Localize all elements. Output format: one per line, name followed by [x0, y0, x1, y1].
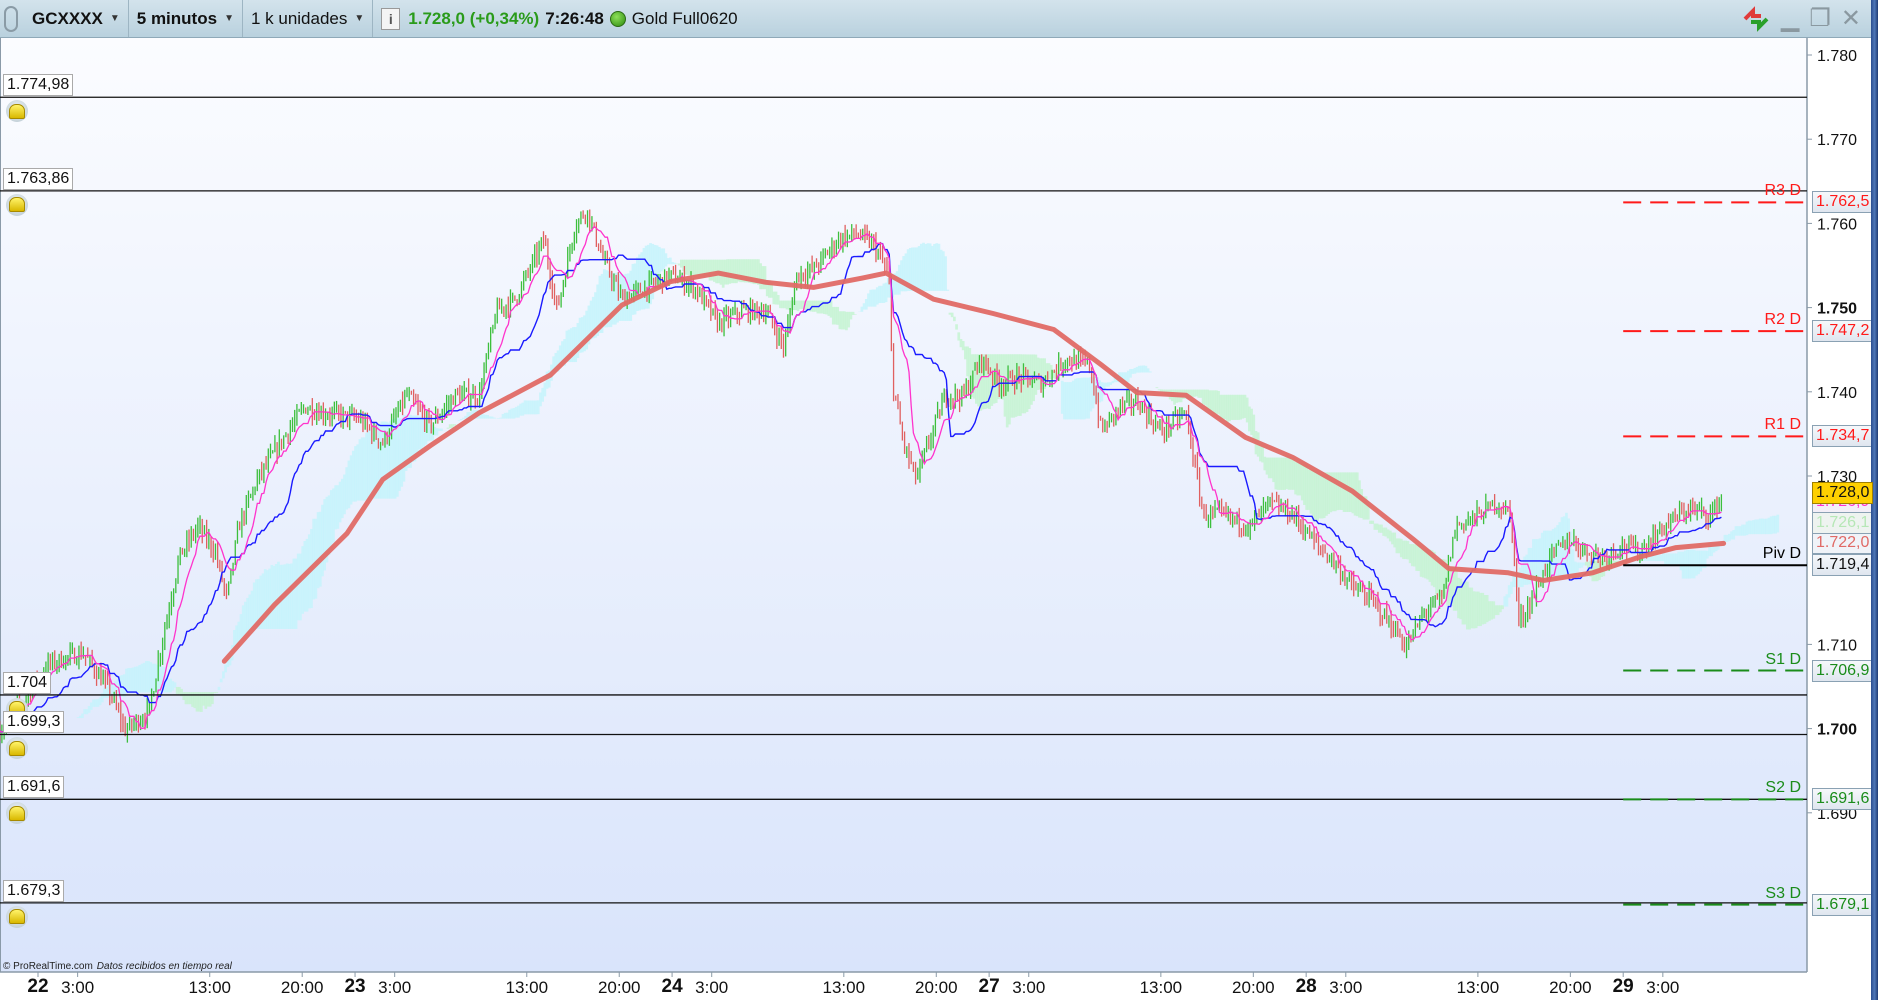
price-tick-label: 1.770: [1817, 132, 1857, 149]
cloud-segment: [944, 256, 947, 291]
pivot-value-label: 1.762,5: [1812, 191, 1874, 214]
cloud-segment: [222, 671, 225, 679]
pivot-value-label: 1.706,9: [1812, 659, 1874, 682]
cloud-segment: [215, 692, 219, 694]
cloud-segment: [1371, 520, 1375, 524]
time-label: 20:00: [1549, 978, 1592, 997]
pivot-name-label: Piv D: [1762, 545, 1801, 563]
cloud-segment: [440, 428, 443, 432]
pivot-name-label: R1 D: [1764, 416, 1801, 434]
time-label: 13:00: [188, 978, 231, 997]
ma-value-label: 1.722,0: [1812, 532, 1874, 555]
alert-price-label[interactable]: 1.679,3: [3, 879, 65, 902]
pivot-value-label: 1.747,2: [1812, 320, 1874, 343]
cloud-segment: [950, 312, 954, 318]
time-label: 3:00: [695, 978, 729, 997]
cloud-segment: [1155, 387, 1159, 389]
cloud-segment: [1148, 371, 1152, 373]
cloud-segment: [955, 324, 958, 330]
time-label: 20:00: [597, 978, 641, 997]
price-tick-label: 1.740: [1817, 385, 1857, 402]
cloud-segment: [217, 686, 221, 691]
time-label: 20:00: [1232, 978, 1275, 997]
cloud-segment: [173, 682, 177, 688]
cloud-segment: [459, 418, 463, 421]
alert-price-label[interactable]: 1.704: [3, 671, 52, 694]
pivot-name-label: S3 D: [1765, 884, 1801, 902]
plot-background: [0, 38, 1807, 972]
alert-price-label[interactable]: 1.774,98: [3, 74, 74, 97]
pivot-value-label: 1.719,4: [1812, 554, 1874, 577]
time-label: 3:00: [1012, 978, 1046, 997]
pivot-name-label: S1 D: [1765, 650, 1801, 668]
alert-bell-icon[interactable]: [6, 193, 28, 216]
price-tick-label: 1.760: [1817, 216, 1857, 233]
cloud-value-label: 1.726,1: [1812, 511, 1874, 534]
price-tick-label: 1.780: [1817, 48, 1857, 65]
cloud-segment: [946, 289, 950, 291]
cloud-segment: [211, 692, 214, 705]
copyright-text: © ProRealTime.com: [3, 961, 93, 972]
last-value-label: 1.728,0: [1812, 481, 1874, 504]
date-label: 29: [1612, 976, 1634, 997]
time-label: 13:00: [822, 978, 866, 997]
date-label: 24: [661, 976, 683, 997]
time-label: 3:00: [61, 978, 95, 997]
date-label: 28: [1295, 976, 1317, 997]
alert-price-label[interactable]: 1.763,86: [3, 167, 74, 190]
date-label: 27: [978, 976, 1000, 997]
cloud-segment: [853, 314, 857, 315]
price-tick-label: 1.710: [1817, 637, 1857, 654]
alert-price-label[interactable]: 1.691,6: [3, 776, 65, 799]
time-label: 20:00: [280, 978, 324, 997]
pivot-name-label: R2 D: [1764, 311, 1801, 329]
price-tick-label: 1.750: [1817, 301, 1857, 318]
time-label: 13:00: [1456, 978, 1500, 997]
date-label: 22: [27, 976, 49, 997]
cloud-segment: [453, 424, 456, 426]
price-chart[interactable]: 1.7801.7701.7601.7501.7401.7301.7101.700…: [0, 0, 1878, 1000]
time-label: 3:00: [1329, 978, 1363, 997]
pivot-name-label: R3 D: [1764, 182, 1801, 200]
pivot-value-label: 1.679,1: [1812, 893, 1874, 916]
pivot-name-label: S2 D: [1765, 779, 1801, 797]
alert-bell-icon[interactable]: [6, 905, 28, 928]
cloud-segment: [457, 420, 461, 421]
time-label: 3:00: [1646, 978, 1680, 997]
cloud-segment: [1776, 514, 1780, 533]
date-label: 23: [344, 976, 366, 997]
footer-note: © ProRealTime.com Datos recibidos en tiem…: [3, 961, 232, 972]
cloud-segment: [219, 678, 223, 683]
time-label: 3:00: [378, 978, 412, 997]
data-status-text: Datos recibidos en tiempo real: [96, 961, 232, 972]
cloud-segment: [953, 316, 956, 322]
pivot-value-label: 1.734,7: [1812, 425, 1874, 448]
time-label: 20:00: [914, 978, 958, 997]
pivot-value-label: 1.691,6: [1812, 788, 1874, 811]
alert-price-label[interactable]: 1.699,3: [3, 711, 65, 734]
time-label: 13:00: [505, 978, 549, 997]
price-tick-label: 1.700: [1817, 722, 1857, 739]
time-label: 13:00: [1139, 978, 1183, 997]
